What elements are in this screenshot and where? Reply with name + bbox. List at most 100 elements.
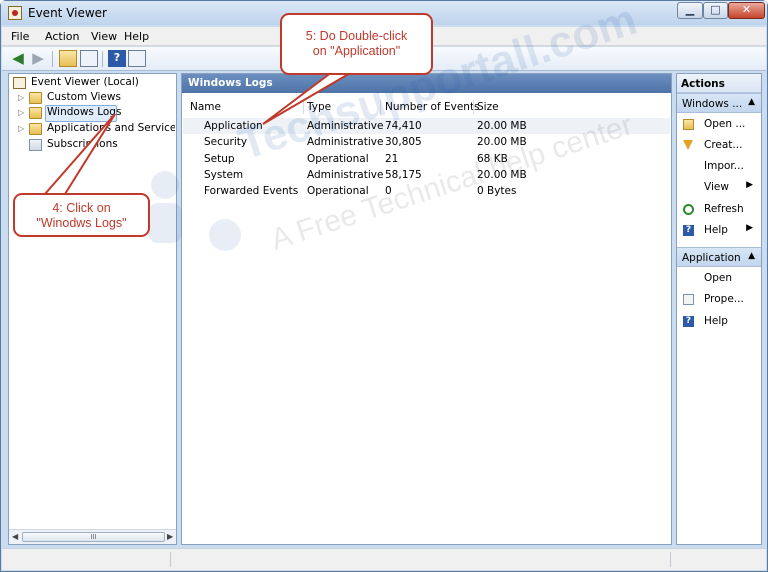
log-event-count: 74,410: [385, 120, 422, 132]
action-label: Help: [704, 224, 728, 236]
log-name: Security: [204, 136, 248, 148]
log-row-system[interactable]: System Administrative 58,175 20.00 MB: [183, 167, 670, 183]
log-name: Forwarded Events: [204, 185, 299, 197]
column-header-name[interactable]: Name: [190, 101, 221, 113]
log-event-count: 58,175: [385, 169, 422, 181]
tree-item-windows-logs[interactable]: ▷ Windows Logs: [9, 106, 169, 121]
log-type: Administrative: [307, 136, 384, 148]
log-name: System: [204, 169, 244, 181]
action-import-custom-view[interactable]: Impor...: [677, 158, 761, 176]
properties-icon: [683, 294, 694, 305]
column-header-events[interactable]: Number of Events: [385, 101, 480, 113]
annotation-line: 5: Do Double-click: [305, 29, 408, 43]
event-viewer-icon: [13, 77, 26, 89]
log-size: 20.00 MB: [477, 136, 527, 148]
minimize-button[interactable]: ▁: [677, 2, 703, 19]
open-folder-icon: [683, 119, 694, 130]
tree-root[interactable]: Event Viewer (Local): [12, 76, 172, 91]
expand-arrow-icon[interactable]: ▷: [18, 108, 24, 117]
action-label: Open: [704, 272, 733, 284]
log-size: 68 KB: [477, 153, 508, 165]
annotation-step-4: 4: Click on "Winodws Logs": [13, 193, 150, 237]
annotation-line: 4: Click on: [52, 201, 111, 215]
log-row-application[interactable]: Application Administrative 74,410 20.00 …: [183, 118, 670, 134]
folder-icon: [29, 123, 42, 135]
action-label: Help: [704, 315, 728, 327]
close-button[interactable]: ✕: [728, 2, 765, 19]
action-label: Impor...: [704, 160, 744, 172]
horizontal-scrollbar[interactable]: ◀ III ▶: [9, 529, 176, 544]
action-help-application[interactable]: ? Help: [677, 313, 761, 331]
log-row-forwarded-events[interactable]: Forwarded Events Operational 0 0 Bytes: [183, 183, 670, 199]
show-hide-console-tree-icon[interactable]: [80, 50, 98, 67]
window-title: Event Viewer: [28, 6, 107, 20]
column-separator[interactable]: [380, 100, 381, 114]
action-refresh[interactable]: Refresh: [677, 201, 761, 219]
log-type: Operational: [307, 153, 369, 165]
column-separator[interactable]: [303, 100, 304, 114]
help-icon[interactable]: ?: [108, 50, 126, 67]
menu-file[interactable]: File: [11, 30, 29, 43]
actions-section-windows-logs[interactable]: Windows ... ▲: [677, 93, 761, 113]
tree-item-applications-and-services[interactable]: ▷ Applications and Services Lo: [9, 122, 175, 137]
actions-section-application[interactable]: Application ▲: [677, 247, 761, 267]
forward-icon[interactable]: ▶: [29, 50, 47, 67]
menu-action[interactable]: Action: [45, 30, 79, 43]
log-row-security[interactable]: Security Administrative 30,805 20.00 MB: [183, 134, 670, 150]
menu-help[interactable]: Help: [124, 30, 149, 43]
log-type: Administrative: [307, 120, 384, 132]
annotation-line: on "Application": [312, 44, 401, 58]
action-open-saved-log[interactable]: Open ...: [677, 116, 761, 134]
action-help[interactable]: ? Help ▶: [677, 222, 761, 240]
log-size: 20.00 MB: [477, 120, 527, 132]
collapse-icon[interactable]: ▲: [748, 251, 755, 261]
submenu-arrow-icon: ▶: [746, 223, 753, 233]
section-title: Windows ...: [682, 98, 743, 110]
tree-root-label: Event Viewer (Local): [31, 76, 139, 88]
back-icon[interactable]: ◀: [9, 50, 27, 67]
collapse-icon[interactable]: ▲: [748, 97, 755, 107]
expand-arrow-icon[interactable]: ▷: [18, 93, 24, 102]
toolbar-separator: [102, 51, 103, 67]
tree-item-label: Custom Views: [47, 91, 121, 103]
up-folder-icon[interactable]: [59, 50, 77, 67]
console-tree[interactable]: Event Viewer (Local) ▷ Custom Views ▷ Wi…: [8, 73, 177, 545]
refresh-icon: [683, 204, 694, 215]
actions-title: Actions: [677, 74, 761, 93]
folder-icon: [29, 92, 42, 104]
log-name: Setup: [204, 153, 235, 165]
scroll-left-icon[interactable]: ◀: [12, 532, 18, 541]
actions-pane: Actions Windows ... ▲ Open ... Creat... …: [676, 73, 762, 545]
section-title: Application: [682, 252, 741, 264]
action-label: Creat...: [704, 139, 743, 151]
log-size: 0 Bytes: [477, 185, 517, 197]
expand-arrow-icon[interactable]: ▷: [18, 124, 24, 133]
log-row-setup[interactable]: Setup Operational 21 68 KB: [183, 151, 670, 167]
tree-item-label: Applications and Services Lo: [47, 122, 175, 134]
log-size: 20.00 MB: [477, 169, 527, 181]
subscriptions-icon: [29, 139, 42, 151]
action-view[interactable]: View ▶: [677, 179, 761, 197]
menu-view[interactable]: View: [91, 30, 117, 43]
action-label: View: [704, 181, 729, 193]
pane-title: Windows Logs: [182, 74, 671, 93]
column-separator[interactable]: [473, 100, 474, 114]
tree-item-subscriptions[interactable]: Subscriptions: [9, 138, 169, 153]
action-properties[interactable]: Prope...: [677, 291, 761, 309]
maximize-button[interactable]: □: [703, 2, 728, 19]
help-icon: ?: [683, 316, 694, 327]
action-open-application[interactable]: Open: [677, 270, 761, 288]
action-label: Prope...: [704, 293, 744, 305]
column-header-size[interactable]: Size: [477, 101, 499, 113]
tree-item-custom-views[interactable]: ▷ Custom Views: [9, 91, 169, 106]
event-viewer-app-icon: [8, 6, 22, 20]
filter-icon: [683, 140, 693, 150]
action-create-custom-view[interactable]: Creat...: [677, 137, 761, 155]
annotation-line: "Winodws Logs": [36, 216, 127, 230]
column-header-type[interactable]: Type: [307, 101, 331, 113]
show-hide-action-pane-icon[interactable]: [128, 50, 146, 67]
scroll-right-icon[interactable]: ▶: [167, 532, 173, 541]
log-event-count: 21: [385, 153, 399, 165]
scrollbar-thumb[interactable]: III: [22, 532, 165, 542]
annotation-step-5: 5: Do Double-click on "Application": [280, 13, 433, 75]
